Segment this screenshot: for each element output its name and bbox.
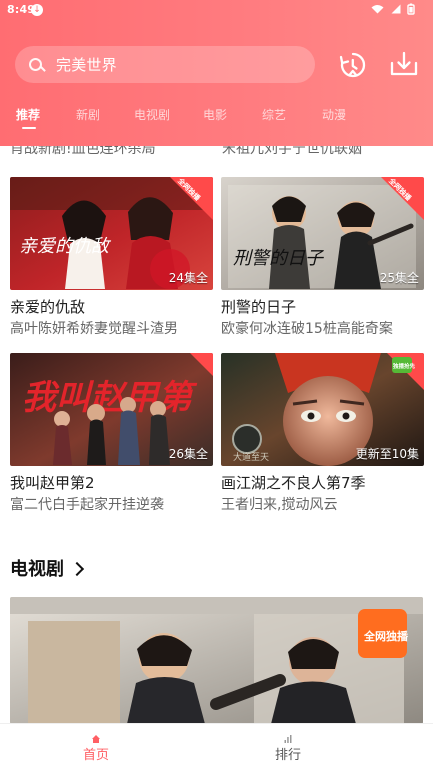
poster-title-3: 我叫赵甲第 <box>22 379 198 417</box>
app-screen: 8:49 ↓ 完美世界 推荐 新剧 电视剧 电影 综艺 动漫 肖战新剧!血色连环… <box>0 0 433 770</box>
top-header: 8:49 ↓ 完美世界 推荐 新剧 电视剧 电影 综艺 动漫 <box>0 0 433 146</box>
nav-rank-label: 排行 <box>274 748 301 763</box>
drama-description-2: 欧豪何冰连破15桩高能奇案 <box>221 321 393 337</box>
tab-movies[interactable]: 电影 <box>203 106 227 123</box>
category-tabs: 推荐 新剧 电视剧 电影 综艺 动漫 <box>0 100 433 134</box>
section-title-text: 电视剧 <box>10 559 64 580</box>
drama-title-2[interactable]: 刑警的日子 <box>221 297 296 317</box>
featured-poster-image: 全网独播 <box>10 597 423 724</box>
tab-new-drama[interactable]: 新剧 <box>76 106 100 123</box>
poster-title-2: 刑警的日子 <box>233 248 325 268</box>
download-status-icon: ↓ <box>31 4 43 16</box>
tab-tv-series[interactable]: 电视剧 <box>134 106 170 123</box>
active-tab-indicator <box>22 127 36 129</box>
drama-poster-3[interactable]: 我叫赵甲第 26集全 <box>10 353 213 466</box>
search-placeholder: 完美世界 <box>56 56 117 74</box>
nav-home[interactable]: 首页 <box>56 732 136 763</box>
featured-corner-badge: 全网独播 <box>363 629 409 643</box>
poster-corner-badge-4: 独播抢先 <box>392 362 416 370</box>
episode-badge-4: 更新至10集 <box>355 447 419 461</box>
partial-card-desc-right: 宋祖儿刘宇宁世仇联姻 <box>222 146 362 157</box>
drama-card-2[interactable]: 刑警的日子 全网独播 25集全 刑警的日子 欧豪何冰连破15桩高能奇案 <box>221 177 424 337</box>
wifi-icon <box>371 4 384 17</box>
bottom-navigation: 首页 排行 <box>0 723 433 770</box>
download-icon <box>390 51 418 76</box>
nav-ranking[interactable]: 排行 <box>248 732 328 763</box>
episode-badge-2: 25集全 <box>379 271 419 285</box>
drama-description-3: 富二代白手起家开挂逆袭 <box>10 497 164 513</box>
history-button[interactable] <box>337 50 367 80</box>
featured-series-poster[interactable]: 全网独播 <box>10 597 423 724</box>
tab-recommend[interactable]: 推荐 <box>16 106 40 123</box>
drama-title-4[interactable]: 画江湖之不良人第7季 <box>221 473 366 493</box>
home-icon <box>56 732 136 743</box>
drama-title-1[interactable]: 亲爱的仇敌 <box>10 297 85 317</box>
tv-series-section-title[interactable]: 电视剧 <box>10 555 85 581</box>
drama-poster-2[interactable]: 刑警的日子 全网独播 25集全 <box>221 177 424 290</box>
drama-card-3[interactable]: 我叫赵甲第 26集全 我叫赵甲第2 富二代白手起家开挂逆袭 <box>10 353 213 513</box>
episode-badge-1: 24集全 <box>168 271 208 285</box>
history-icon <box>339 52 366 78</box>
drama-description-4: 王者归来,搅动风云 <box>221 497 338 513</box>
tab-anime[interactable]: 动漫 <box>322 106 346 123</box>
tab-variety[interactable]: 综艺 <box>262 106 286 123</box>
status-icons <box>371 3 415 18</box>
drama-description-1: 高叶陈妍希娇妻觉醒斗渣男 <box>10 321 178 337</box>
poster-title-1: 亲爱的仇敌 <box>19 236 112 256</box>
content-feed[interactable]: 肖战新剧!血色连环杀局 宋祖儿刘宇宁世仇联姻 亲爱的仇敌 全网独播 24集全 亲… <box>0 146 433 724</box>
download-button[interactable] <box>389 49 419 79</box>
search-icon <box>29 58 42 71</box>
status-bar: 8:49 ↓ <box>0 0 433 20</box>
drama-card-1[interactable]: 亲爱的仇敌 全网独播 24集全 亲爱的仇敌 高叶陈妍希娇妻觉醒斗渣男 <box>10 177 213 337</box>
drama-poster-4[interactable]: 大道至天 独播抢先 更新至10集 <box>221 353 424 466</box>
partial-card-desc-left: 肖战新剧!血色连环杀局 <box>10 146 156 157</box>
drama-poster-1[interactable]: 亲爱的仇敌 全网独播 24集全 <box>10 177 213 290</box>
signal-icon <box>390 4 401 17</box>
drama-card-4[interactable]: 大道至天 独播抢先 更新至10集 画江湖之不良人第7季 王者归来,搅动风云 <box>221 353 424 513</box>
ranking-icon <box>248 732 328 743</box>
chevron-right-icon <box>69 561 85 576</box>
nav-home-label: 首页 <box>82 748 109 763</box>
drama-title-3[interactable]: 我叫赵甲第2 <box>10 473 95 493</box>
battery-icon <box>407 3 415 18</box>
search-input[interactable]: 完美世界 <box>15 46 315 83</box>
poster-title-4: 大道至天 <box>233 451 269 462</box>
episode-badge-3: 26集全 <box>168 447 208 461</box>
